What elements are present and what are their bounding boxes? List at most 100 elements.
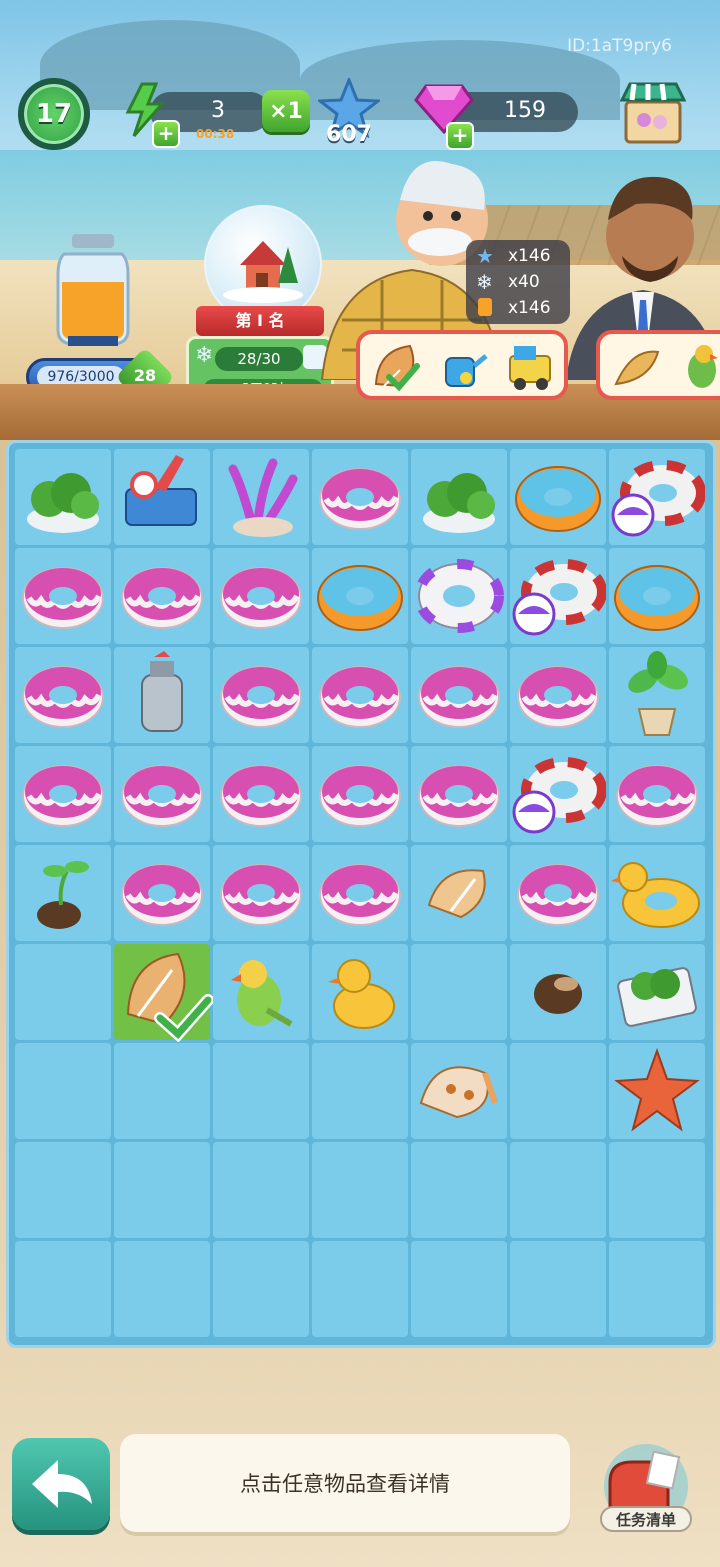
board-cell[interactable] xyxy=(411,845,507,941)
shop-stall-icon[interactable] xyxy=(620,78,686,146)
spiral-shell-icon xyxy=(614,350,660,386)
order-task-box-2[interactable] xyxy=(596,330,720,400)
orange-donut-float-icon xyxy=(614,565,700,631)
board-cell[interactable] xyxy=(510,944,606,1040)
board-cell[interactable] xyxy=(411,1142,507,1238)
board-cell[interactable] xyxy=(510,1043,606,1139)
board-cell[interactable] xyxy=(609,1142,705,1238)
board-cell[interactable] xyxy=(15,746,111,842)
board-cell[interactable] xyxy=(213,944,309,1040)
pink-donut-float-icon xyxy=(220,864,302,926)
board-cell[interactable] xyxy=(213,746,309,842)
pink-donut-float-icon xyxy=(517,666,599,728)
pink-donut-float-icon xyxy=(616,765,698,827)
board-cell[interactable] xyxy=(312,647,408,743)
board-cell[interactable] xyxy=(213,845,309,941)
board-cell[interactable] xyxy=(312,449,408,545)
board-cell[interactable] xyxy=(609,1241,705,1337)
surf-cart-icon xyxy=(125,455,197,526)
coral-icon xyxy=(228,458,298,537)
parrot-icon xyxy=(688,345,718,388)
starfish-icon xyxy=(614,1048,700,1132)
board-cell[interactable] xyxy=(213,647,309,743)
board-cell[interactable] xyxy=(609,944,705,1040)
board-cell[interactable] xyxy=(510,647,606,743)
board-cell[interactable] xyxy=(312,1241,408,1337)
board-cell[interactable] xyxy=(15,1043,111,1139)
board-cell[interactable] xyxy=(609,845,705,941)
board-cell[interactable] xyxy=(312,845,408,941)
board-cell[interactable] xyxy=(15,647,111,743)
board-cell[interactable] xyxy=(609,1043,705,1139)
board-cell[interactable] xyxy=(114,647,210,743)
level-badge[interactable]: 17 xyxy=(18,78,90,150)
board-cell[interactable] xyxy=(213,1043,309,1139)
back-button[interactable] xyxy=(12,1438,110,1530)
board-cell[interactable] xyxy=(510,1241,606,1337)
order-count-juice: x146 xyxy=(508,298,551,318)
gems-value: 159 xyxy=(504,98,546,123)
back-arrow-icon xyxy=(32,1460,92,1508)
board-cell[interactable] xyxy=(411,449,507,545)
sprout-seed-icon xyxy=(37,861,89,929)
board-cell[interactable] xyxy=(411,944,507,1040)
board-cell[interactable] xyxy=(114,449,210,545)
board-cell[interactable] xyxy=(411,548,507,644)
board-cell[interactable] xyxy=(411,647,507,743)
board-cell[interactable] xyxy=(312,944,408,1040)
board-cell[interactable] xyxy=(114,1142,210,1238)
board-cell[interactable] xyxy=(213,1142,309,1238)
board-cell[interactable] xyxy=(114,548,210,644)
board-cell[interactable] xyxy=(411,746,507,842)
add-gems-button[interactable]: + xyxy=(446,122,474,150)
board-cell[interactable] xyxy=(114,944,214,1042)
board-cell[interactable] xyxy=(510,845,606,941)
board-cell[interactable] xyxy=(15,845,111,941)
board-cell[interactable] xyxy=(15,944,111,1040)
board-cell[interactable] xyxy=(15,449,111,545)
board-cell[interactable] xyxy=(15,1241,111,1337)
board-cell[interactable] xyxy=(213,548,309,644)
board-cell[interactable] xyxy=(510,449,606,545)
duck-float-icon xyxy=(611,862,700,928)
board-cell[interactable] xyxy=(213,1241,309,1337)
energy-multiplier-button[interactable]: ×1 xyxy=(262,90,310,132)
board-cell[interactable] xyxy=(114,1241,210,1337)
board-cell[interactable] xyxy=(15,1142,111,1238)
board-cell[interactable] xyxy=(609,647,705,743)
board-cell[interactable] xyxy=(213,449,309,545)
board-cell[interactable] xyxy=(312,1142,408,1238)
board-cell[interactable] xyxy=(312,746,408,842)
board-cell[interactable] xyxy=(411,1043,507,1139)
board-cell[interactable] xyxy=(609,548,705,644)
order-task-box-1[interactable] xyxy=(356,330,568,400)
board-cell[interactable] xyxy=(15,548,111,644)
juice-jar-icon[interactable] xyxy=(48,230,138,350)
event-rank-ribbon: 第 I 名 xyxy=(196,306,324,336)
pink-donut-float-icon xyxy=(319,666,401,728)
board-cell[interactable] xyxy=(114,746,210,842)
order-requirement-panel: ★ x146 ❄ x40 x146 xyxy=(466,240,570,324)
pink-donut-float-icon xyxy=(319,468,401,530)
board-cell[interactable] xyxy=(312,548,408,644)
board-cell[interactable] xyxy=(510,746,606,842)
orange-donut-float-icon xyxy=(317,565,403,631)
board-cell[interactable] xyxy=(609,746,705,842)
pink-donut-float-icon xyxy=(121,765,203,827)
task-list-label[interactable]: 任务清单 xyxy=(600,1506,692,1532)
star-small-icon: ★ xyxy=(476,244,494,268)
board-cell[interactable] xyxy=(510,1142,606,1238)
board-cell[interactable] xyxy=(114,845,210,941)
board-cell[interactable] xyxy=(411,1241,507,1337)
add-energy-button[interactable]: + xyxy=(152,120,180,148)
board-cell[interactable] xyxy=(312,1043,408,1139)
stars-value: 607 xyxy=(326,122,372,147)
board-cell[interactable] xyxy=(609,449,705,545)
spiral-shell-icon xyxy=(427,869,486,919)
watering-can-icon xyxy=(445,354,488,387)
juice-small-icon xyxy=(478,298,492,316)
board-cell[interactable] xyxy=(510,548,606,644)
board-cell[interactable] xyxy=(114,1043,210,1139)
energy-timer: 00:38 xyxy=(196,127,235,141)
event-progress: 28/30 xyxy=(215,347,303,371)
